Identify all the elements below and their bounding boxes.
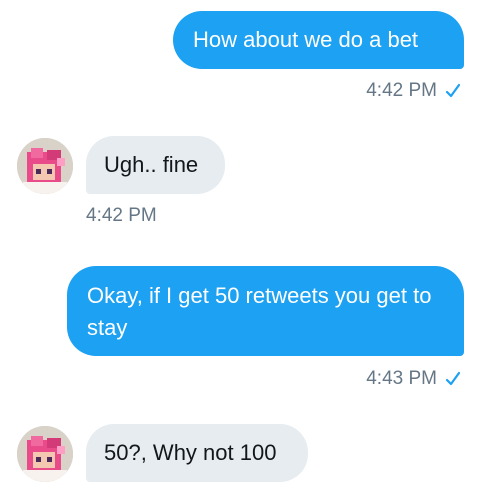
- outgoing-message-bubble[interactable]: Okay, if I get 50 retweets you get to st…: [67, 266, 464, 356]
- message-text: 50?, Why not 100: [104, 440, 277, 465]
- avatar[interactable]: [17, 426, 73, 482]
- message-meta: 4:42 PM: [86, 205, 157, 227]
- message-text: How about we do a bet: [193, 27, 419, 52]
- incoming-message-bubble[interactable]: 50?, Why not 100: [86, 424, 308, 482]
- message-text: Okay, if I get 50 retweets you get to st…: [87, 283, 432, 340]
- message-timestamp: 4:42 PM: [366, 80, 437, 101]
- outgoing-message-bubble[interactable]: How about we do a bet: [173, 11, 464, 69]
- message-text: Ugh.. fine: [104, 152, 199, 177]
- message-timestamp: 4:43 PM: [366, 368, 437, 389]
- message-meta: 4:43 PM: [366, 368, 460, 390]
- incoming-message-bubble[interactable]: Ugh.. fine: [86, 136, 225, 194]
- checkmark-icon: [446, 370, 460, 388]
- avatar[interactable]: [17, 138, 73, 194]
- checkmark-icon: [446, 82, 460, 100]
- message-meta: 4:42 PM: [366, 80, 460, 102]
- message-timestamp: 4:42 PM: [86, 205, 157, 226]
